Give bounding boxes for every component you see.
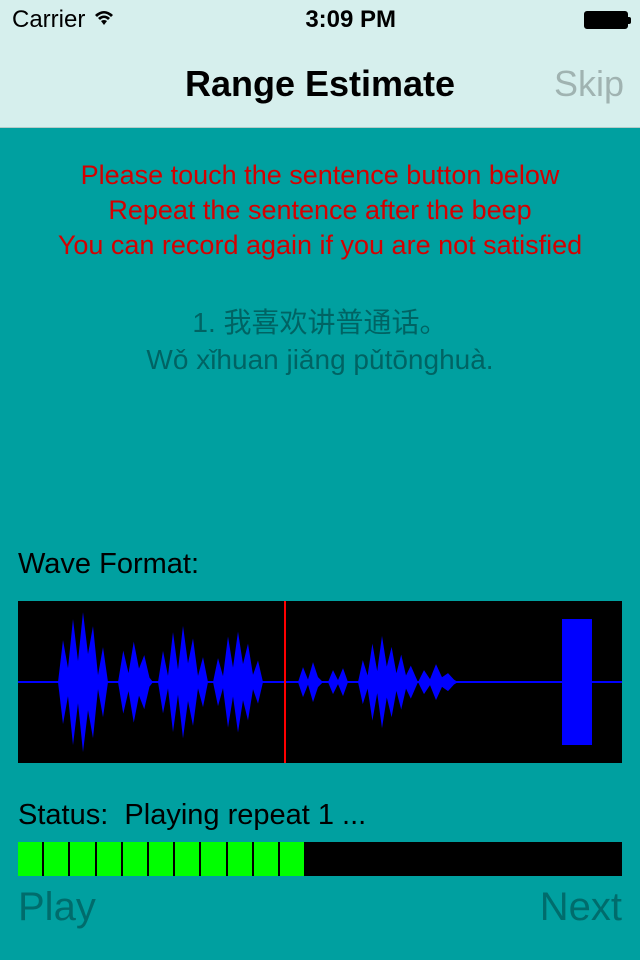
instruction-line-3: You can record again if you are not sati… — [18, 228, 622, 263]
status-line: Status: Playing repeat 1 ... — [18, 799, 622, 832]
wave-burst — [418, 652, 458, 712]
wave-end-block — [562, 619, 592, 745]
wave-burst — [158, 620, 208, 745]
sentence-pinyin: Wǒ xǐhuan jiǎng pǔtōnghuà. — [18, 342, 622, 378]
carrier-label: Carrier — [12, 6, 85, 34]
progress-bar — [18, 842, 622, 876]
wave-burst — [118, 637, 153, 727]
instructions: Please touch the sentence button below R… — [18, 128, 622, 263]
progress-segment — [228, 842, 252, 876]
content: Please touch the sentence button below R… — [0, 128, 640, 960]
progress-segment — [280, 842, 304, 876]
skip-button[interactable]: Skip — [554, 63, 624, 105]
wave-burst — [328, 662, 348, 702]
instruction-line-1: Please touch the sentence button below — [18, 158, 622, 193]
bottom-buttons: Play Next — [18, 885, 622, 930]
status-label: Status: — [18, 799, 108, 831]
battery-icon — [584, 11, 628, 29]
waveform-display[interactable] — [18, 601, 622, 763]
progress-segment — [70, 842, 94, 876]
wave-burst — [298, 657, 323, 707]
nav-bar: Range Estimate Skip — [0, 40, 640, 128]
progress-segment — [18, 842, 42, 876]
instruction-line-2: Repeat the sentence after the beep — [18, 193, 622, 228]
sentence-button[interactable]: 1. 我喜欢讲普通话。 Wǒ xǐhuan jiǎng pǔtōnghuà. — [18, 305, 622, 378]
progress-segment — [201, 842, 225, 876]
wave-burst — [213, 622, 263, 742]
wave-burst — [358, 627, 418, 737]
wave-format-label: Wave Format: — [18, 548, 622, 581]
progress-segment — [175, 842, 199, 876]
progress-segment — [254, 842, 278, 876]
time-label: 3:09 PM — [305, 6, 396, 34]
wave-burst — [58, 612, 108, 752]
progress-segment — [149, 842, 173, 876]
progress-segment — [123, 842, 147, 876]
status-left: Carrier — [12, 6, 117, 34]
next-button[interactable]: Next — [540, 885, 622, 930]
play-button[interactable]: Play — [18, 885, 96, 930]
sentence-hanzi: 1. 我喜欢讲普通话。 — [18, 305, 622, 341]
status-value: Playing repeat 1 ... — [124, 799, 366, 831]
page-title: Range Estimate — [185, 63, 455, 105]
wifi-icon — [91, 7, 117, 33]
progress-segment — [97, 842, 121, 876]
progress-segment — [44, 842, 68, 876]
wave-cursor — [284, 601, 286, 763]
status-bar: Carrier 3:09 PM — [0, 0, 640, 40]
